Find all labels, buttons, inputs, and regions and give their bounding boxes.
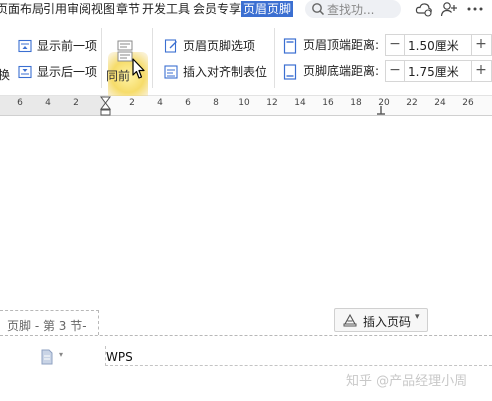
footer-bottom-distance-stepper[interactable]: − 1.75厘米 +	[385, 60, 492, 82]
watermark-text: 知乎 @产品经理小周	[346, 374, 468, 389]
page-options-icon	[164, 39, 177, 53]
ruler-tick: 16	[322, 98, 334, 108]
ribbon-toolbar: 换 显示前一项 显示后一项 同前 页眉页脚选项 插入对齐制表位 页眉顶端距离: …	[0, 20, 492, 106]
same-as-previous-label: 同前	[106, 69, 131, 83]
insert-page-number-label: 插入页码	[363, 315, 412, 329]
tab-chapter[interactable]: 章节	[116, 2, 140, 16]
insert-tab-stop-label: 插入对齐制表位	[183, 65, 268, 79]
ruler-tick: 22	[406, 98, 418, 108]
footer-distance-icon	[283, 64, 297, 80]
ruler-tick: 4	[157, 98, 163, 108]
cloud-sync-icon[interactable]	[415, 1, 433, 17]
ribbon-partial-label: 换	[0, 68, 11, 82]
ribbon-tab-bar: 页面布局 引用 审阅 视图 章节 开发工具 会员专享 页眉页脚 查找功...	[0, 0, 492, 20]
tab-review[interactable]: 审阅	[67, 2, 91, 16]
horizontal-ruler[interactable]: 6 4 2 2 4 6 8 10 12 14 16 18 20 22 24 26	[0, 96, 492, 116]
decrease-button[interactable]: −	[386, 61, 404, 81]
ruler-tick: 14	[294, 98, 306, 108]
stepper-divider	[404, 61, 405, 81]
search-icon	[312, 3, 325, 16]
share-user-icon[interactable]	[440, 1, 458, 17]
header-top-distance-label: 页眉顶端距离:	[303, 38, 380, 52]
footer-section-tab: 页脚 - 第 3 节-	[0, 310, 99, 335]
ruler-tick: 10	[238, 98, 250, 108]
stepper-divider	[404, 35, 405, 55]
footer-bottom-distance-value[interactable]: 1.75厘米	[408, 63, 459, 80]
header-top-distance-stepper[interactable]: − 1.50厘米 +	[385, 34, 492, 56]
ruler-tick: 2	[73, 98, 79, 108]
show-prev-icon	[18, 39, 32, 53]
ruler-tick: 12	[266, 98, 278, 108]
search-placeholder: 查找功...	[327, 3, 375, 17]
show-prev-label: 显示前一项	[37, 39, 98, 53]
tab-stop-icon	[164, 65, 178, 79]
ruler-tick: 8	[213, 98, 219, 108]
increase-button[interactable]: +	[472, 35, 490, 55]
ribbon-divider	[101, 28, 102, 88]
ribbon-divider	[274, 28, 275, 88]
show-next-label: 显示后一项	[37, 65, 98, 79]
increase-button[interactable]: +	[472, 61, 490, 81]
ruler-tick: 6	[17, 98, 23, 108]
footer-bottom-distance-label: 页脚底端距离:	[303, 64, 380, 78]
search-box[interactable]: 查找功...	[305, 0, 401, 18]
footer-text[interactable]: WPS	[106, 350, 133, 364]
tab-references[interactable]: 引用	[43, 2, 67, 16]
footer-content-area[interactable]	[105, 346, 492, 366]
document-icon[interactable]	[40, 349, 54, 365]
insert-page-number-button[interactable]: 插入页码 ▾	[334, 308, 428, 332]
ruler-tick: 2	[129, 98, 135, 108]
tab-view[interactable]: 视图	[91, 2, 115, 16]
tab-member[interactable]: 会员专享	[193, 2, 241, 16]
ruler-tick: 6	[185, 98, 191, 108]
ruler-tick: 18	[350, 98, 362, 108]
mouse-cursor-icon	[132, 58, 145, 79]
tab-developer[interactable]: 开发工具	[142, 2, 190, 16]
decrease-button[interactable]: −	[386, 35, 404, 55]
footer-section-label: 页脚 - 第 3 节-	[7, 319, 87, 333]
more-icon[interactable]	[466, 1, 484, 17]
indent-marker-icon[interactable]	[100, 96, 111, 116]
ruler-tick: 4	[45, 98, 51, 108]
tab-page-layout[interactable]: 页面布局	[0, 2, 44, 16]
chevron-down-icon[interactable]: ▾	[59, 350, 63, 359]
page-number-icon	[343, 313, 357, 327]
tab-header-footer[interactable]: 页眉页脚	[241, 1, 294, 17]
show-next-icon	[18, 65, 32, 79]
ruler-tick: 26	[462, 98, 474, 108]
chevron-down-icon: ▾	[415, 312, 420, 322]
footer-boundary-line	[0, 335, 492, 336]
ribbon-divider	[152, 28, 153, 88]
tab-stop-marker-icon[interactable]	[376, 106, 386, 115]
header-footer-options-label: 页眉页脚选项	[183, 39, 256, 53]
header-top-distance-value[interactable]: 1.50厘米	[408, 37, 459, 54]
header-distance-icon	[283, 38, 297, 54]
ruler-tick: 24	[434, 98, 446, 108]
